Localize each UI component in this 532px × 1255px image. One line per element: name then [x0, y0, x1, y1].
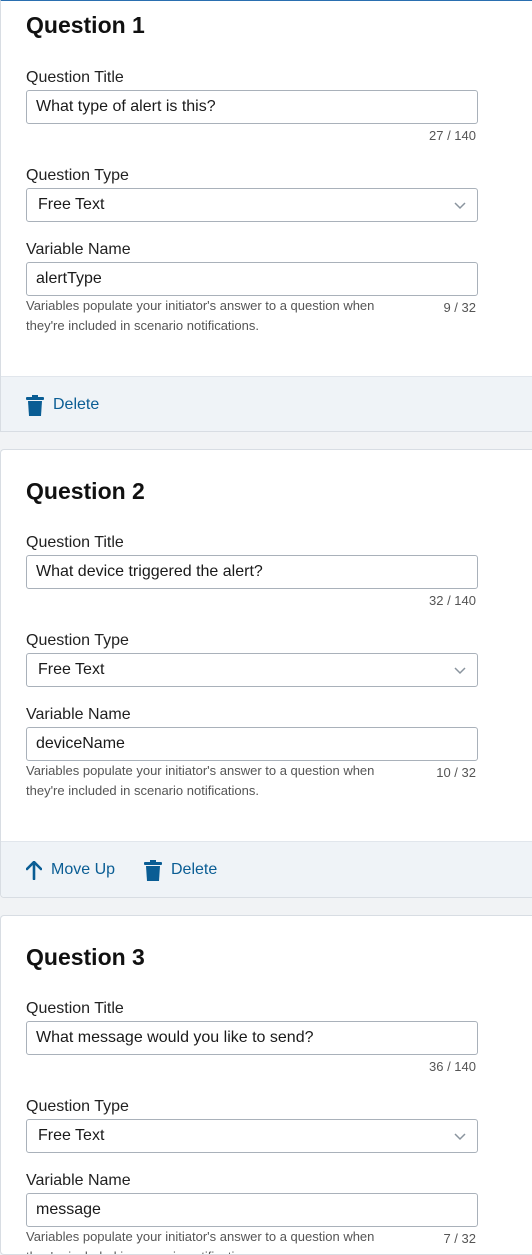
question-heading: Question 2: [26, 478, 145, 504]
chevron-down-icon: [454, 1133, 466, 1141]
variable-name-label: Variable Name: [26, 241, 131, 258]
card-footer: Delete: [1, 376, 532, 431]
variable-name-input[interactable]: alertType: [26, 262, 478, 296]
trash-icon: [26, 394, 44, 416]
question-title-label: Question Title: [26, 1000, 124, 1017]
variable-help-text: Variables populate your initiator's answ…: [26, 298, 375, 333]
delete-button[interactable]: Delete: [26, 377, 100, 431]
delete-label: Delete: [171, 861, 218, 878]
question-heading: Question 3: [26, 944, 145, 970]
question-card-3: Question 3 Question Title What message w…: [0, 915, 532, 1255]
question-type-label: Question Type: [26, 1098, 129, 1115]
question-card-1: Question 1 Question Title What type of a…: [0, 0, 532, 432]
variable-name-input[interactable]: deviceName: [26, 727, 478, 761]
arrow-up-icon: [26, 860, 42, 880]
chevron-down-icon: [454, 667, 466, 675]
move-up-button[interactable]: Move Up: [26, 842, 116, 897]
question-type-value: Free Text: [38, 196, 105, 213]
question-title-input[interactable]: What message would you like to send?: [26, 1021, 478, 1055]
variable-name-label: Variable Name: [26, 706, 131, 723]
chevron-down-icon: [454, 202, 466, 210]
variable-name-label: Variable Name: [26, 1172, 131, 1189]
trash-icon: [144, 859, 162, 881]
move-up-label: Move Up: [51, 861, 116, 878]
question-title-input[interactable]: What type of alert is this?: [26, 90, 478, 124]
question-type-select[interactable]: Free Text: [26, 653, 478, 687]
variable-name-counter: 10 / 32: [436, 765, 476, 780]
question-title-counter: 32 / 140: [429, 593, 476, 608]
question-type-value: Free Text: [38, 661, 105, 678]
question-card-2: Question 2 Question Title What device tr…: [0, 449, 532, 898]
question-title-counter: 27 / 140: [429, 128, 476, 143]
question-title-label: Question Title: [26, 534, 124, 551]
question-title-label: Question Title: [26, 69, 124, 86]
card-footer: Move Up Delete: [1, 841, 532, 897]
variable-help-text: Variables populate your initiator's answ…: [26, 1229, 375, 1254]
question-type-select[interactable]: Free Text: [26, 1119, 478, 1153]
question-heading: Question 1: [26, 12, 145, 38]
delete-label: Delete: [53, 396, 100, 413]
variable-name-input[interactable]: message: [26, 1193, 478, 1227]
question-title-input[interactable]: What device triggered the alert?: [26, 555, 478, 589]
question-title-counter: 36 / 140: [429, 1059, 476, 1074]
delete-button[interactable]: Delete: [144, 842, 218, 897]
question-type-select[interactable]: Free Text: [26, 188, 478, 222]
variable-name-counter: 7 / 32: [443, 1231, 476, 1246]
variable-help-text: Variables populate your initiator's answ…: [26, 763, 375, 798]
question-type-label: Question Type: [26, 167, 129, 184]
question-type-value: Free Text: [38, 1127, 105, 1144]
variable-name-counter: 9 / 32: [443, 300, 476, 315]
question-type-label: Question Type: [26, 632, 129, 649]
